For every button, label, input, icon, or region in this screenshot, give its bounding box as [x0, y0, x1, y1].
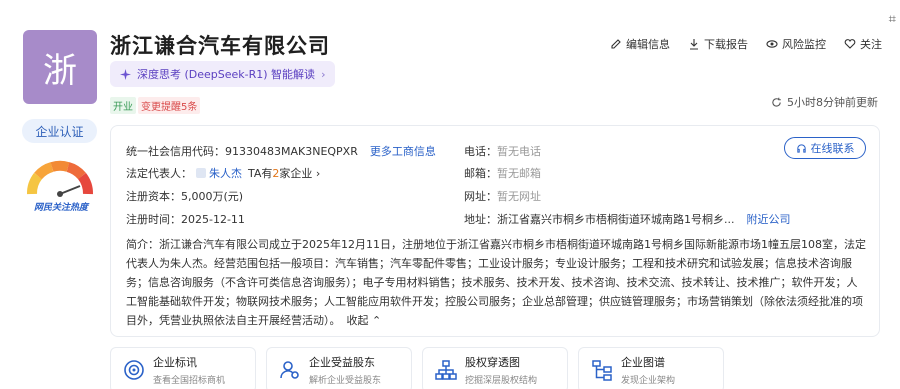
address-value[interactable]: 浙江省嘉兴市桐乡市梧桐街道环城南路1号桐乡...: [497, 211, 735, 227]
reg-time-value: 2025-12-11: [181, 212, 245, 226]
credit-code-value[interactable]: 91330483MAK3NEQPXR: [225, 145, 358, 158]
more-info-link[interactable]: 更多工商信息: [370, 143, 436, 159]
headset-icon: [796, 143, 806, 153]
follow-label: 关注: [860, 38, 882, 51]
download-icon: [690, 39, 698, 50]
reg-time-row: 注册时间： 2025-12-11: [126, 211, 245, 227]
intro-label: 简介：: [126, 238, 159, 251]
tile-enterprise-graph[interactable]: 企业图谱 发现企业架构: [578, 347, 724, 389]
company-name: 浙江谦合汽车有限公司: [110, 34, 330, 58]
heart-icon: [844, 39, 856, 49]
edit-label: 编辑信息: [626, 38, 670, 51]
tile-bid-info[interactable]: 企业标讯 查看全国招标商机: [110, 347, 256, 389]
tile-subtitle: 查看全国招标商机: [153, 376, 226, 386]
website-label: 网址：: [464, 190, 497, 203]
company-info-card: 统一社会信用代码： 91330483MAK3NEQPXR 更多工商信息 法定代表…: [110, 125, 880, 337]
legal-rep-row: 法定代表人： 朱人杰 TA有 2 家企业 ›: [126, 165, 320, 181]
credit-code-label: 统一社会信用代码：: [126, 145, 225, 158]
legal-rep-extra-pre: TA有: [248, 167, 273, 180]
email-row: 邮箱： 暂无邮箱: [464, 165, 541, 181]
tile-title: 企业标讯: [153, 356, 197, 369]
refresh-icon: [772, 97, 781, 107]
phone-label: 电话：: [464, 145, 497, 158]
heat-gauge-icon: [27, 160, 93, 197]
change-alert-badge[interactable]: 变更提醒5条: [138, 97, 201, 114]
eye-icon: [766, 40, 778, 48]
legal-rep-link[interactable]: 朱人杰: [209, 165, 242, 181]
tile-subtitle: 挖掘深层股权结构: [465, 376, 538, 386]
legal-rep-extra-post[interactable]: 家企业 ›: [279, 165, 320, 181]
tile-equity-chart[interactable]: 股权穿透图 挖掘深层股权结构: [422, 347, 568, 389]
address-label: 地址：: [464, 213, 497, 226]
pencil-icon: [611, 39, 621, 49]
target-icon: [124, 360, 144, 380]
monitor-label: 风险监控: [782, 38, 826, 51]
legal-rep-count: 2: [272, 166, 280, 180]
ai-analysis-button[interactable]: 深度思考 (DeepSeek-R1) 智能解读 ›: [110, 61, 336, 87]
website-row: 网址： 暂无网址: [464, 188, 541, 204]
capital-row: 注册资本： 5,000万(元): [126, 188, 243, 204]
heat-label: 网民关注热度: [33, 203, 88, 213]
phone-value: 暂无电话: [497, 145, 541, 158]
follow-button[interactable]: 关注: [844, 36, 882, 52]
website-value: 暂无网址: [497, 190, 541, 203]
org-chart-icon: [592, 360, 612, 381]
updated-text: 5小时8分钟前更新: [787, 96, 878, 109]
company-logo: 浙: [23, 30, 97, 104]
risk-monitor-button[interactable]: 风险监控: [766, 36, 826, 52]
tile-subtitle: 解析企业受益股东: [309, 376, 382, 386]
email-value: 暂无邮箱: [497, 167, 541, 180]
update-status[interactable]: 5小时8分钟前更新: [771, 94, 878, 110]
reg-time-label: 注册时间：: [126, 213, 181, 226]
phone-row: 电话： 暂无电话: [464, 143, 541, 159]
credit-code-row: 统一社会信用代码： 91330483MAK3NEQPXR 更多工商信息: [126, 143, 436, 159]
nearby-companies-link[interactable]: 附近公司: [747, 211, 791, 227]
collapse-button[interactable]: 收起 ⌃: [347, 314, 382, 327]
tile-title: 股权穿透图: [465, 356, 520, 369]
company-intro: 简介：浙江谦合汽车有限公司成立于2025年12月11日，注册地位于浙江省嘉兴市桐…: [126, 235, 868, 330]
ai-sparkle-icon: [120, 68, 131, 80]
user-search-icon: [280, 361, 299, 379]
avatar: [196, 168, 206, 178]
tile-subtitle: 发现企业架构: [621, 376, 676, 386]
tile-title: 企业图谱: [621, 356, 665, 369]
ai-pill-label: 深度思考 (DeepSeek-R1) 智能解读: [137, 68, 316, 81]
online-contact-button[interactable]: 在线联系: [784, 137, 866, 159]
edit-info-button[interactable]: 编辑信息: [610, 36, 670, 52]
qr-code-icon[interactable]: ⌗: [889, 12, 896, 27]
header-actions: 编辑信息 下载报告 风险监控 关注: [610, 36, 882, 52]
download-label: 下载报告: [704, 38, 748, 51]
email-label: 邮箱：: [464, 167, 497, 180]
tile-beneficiary[interactable]: 企业受益股东 解析企业受益股东: [266, 347, 412, 389]
hierarchy-icon: [435, 360, 457, 380]
address-row: 地址： 浙江省嘉兴市桐乡市梧桐街道环城南路1号桐乡... 附近公司: [464, 211, 791, 227]
download-report-button[interactable]: 下载报告: [688, 36, 748, 52]
company-cert-badge[interactable]: 企业认证: [22, 119, 97, 143]
online-contact-label: 在线联系: [810, 142, 855, 155]
legal-rep-label: 法定代表人：: [126, 167, 192, 180]
capital-value: 5,000万(元): [181, 190, 244, 203]
tile-title: 企业受益股东: [309, 356, 375, 369]
intro-text: 浙江谦合汽车有限公司成立于2025年12月11日，注册地位于浙江省嘉兴市桐乡市梧…: [126, 238, 866, 327]
capital-label: 注册资本：: [126, 190, 181, 203]
status-badge: 开业: [110, 97, 136, 114]
chevron-right-icon: ›: [321, 67, 326, 81]
